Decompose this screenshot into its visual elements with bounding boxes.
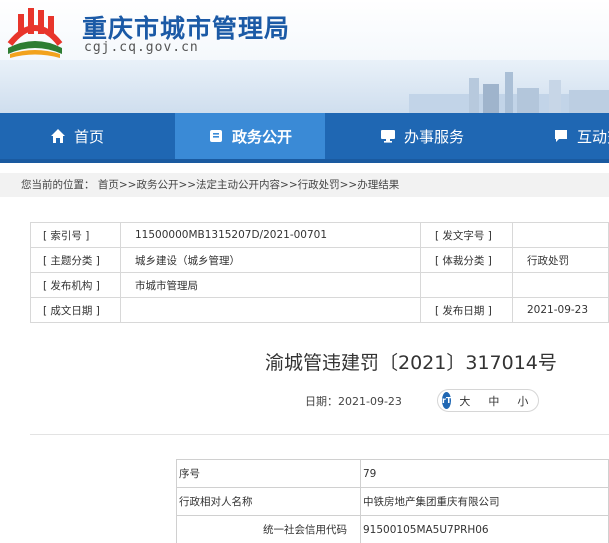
chat-icon — [555, 130, 567, 142]
city-skyline-image — [409, 72, 609, 113]
date-value: 2021-09-23 — [338, 395, 402, 408]
meta-row: [ 索引号 ] 11500000MB1315207D/2021-00701 [ … — [30, 222, 609, 248]
meta-value-doc-number — [512, 222, 609, 248]
meta-value-empty — [512, 272, 609, 298]
meta-label-topic: [ 主题分类 ] — [30, 247, 121, 273]
meta-label-empty — [420, 272, 513, 298]
font-size-switcher: rT 大 中 小 — [437, 389, 539, 412]
row-value-party-name: 中铁房地产集团重庆有限公司 — [360, 487, 609, 516]
breadcrumb-path[interactable]: 首页>>政务公开>>法定主动公开内容>>行政处罚>>办理结果 — [98, 179, 399, 191]
meta-row: [ 主题分类 ] 城乡建设（城乡管理） [ 体裁分类 ] 行政处罚 — [30, 247, 609, 273]
meta-value-publish-date: 2021-09-23 — [512, 297, 609, 323]
site-header: 重庆市城市管理局 cgj.cq.gov.cn — [0, 0, 609, 113]
nav-underline — [0, 159, 609, 163]
document-meta-table: [ 索引号 ] 11500000MB1315207D/2021-00701 [ … — [30, 222, 609, 323]
meta-value-index: 11500000MB1315207D/2021-00701 — [120, 222, 421, 248]
row-value-number: 79 — [360, 459, 609, 488]
meta-value-written-date — [120, 297, 421, 323]
meta-row: [ 成文日期 ] [ 发布日期 ] 2021-09-23 — [30, 297, 609, 323]
nav-government-affairs-label: 政务公开 — [231, 127, 292, 146]
meta-row: [ 发布机构 ] 市城市管理局 — [30, 272, 609, 298]
main-nav: 首页 政务公开 办事服务 互动交 — [0, 113, 609, 159]
meta-label-doc-number: [ 发文字号 ] — [420, 222, 513, 248]
site-url: cgj.cq.gov.cn — [84, 40, 199, 55]
row-value-credit-code: 91500105MA5U7PRH06 — [360, 515, 609, 543]
nav-home[interactable]: 首页 — [50, 113, 104, 159]
meta-value-topic: 城乡建设（城乡管理） — [120, 247, 421, 273]
home-icon — [51, 129, 65, 143]
row-key-party-name: 行政相对人名称 — [176, 487, 361, 516]
breadcrumb: 您当前的位置： 首页>>政务公开>>法定主动公开内容>>行政处罚>>办理结果 — [0, 173, 609, 197]
font-size-large[interactable]: 大 — [459, 393, 470, 409]
date-label: 日期： — [305, 395, 338, 408]
document-icon — [209, 130, 222, 142]
nav-services-label: 办事服务 — [404, 127, 465, 146]
meta-label-index: [ 索引号 ] — [30, 222, 121, 248]
table-row: 序号 79 — [176, 459, 609, 488]
meta-value-publisher: 市城市管理局 — [120, 272, 421, 298]
nav-home-label: 首页 — [74, 127, 105, 146]
meta-label-publisher: [ 发布机构 ] — [30, 272, 121, 298]
row-key-credit-code: 统一社会信用代码 — [176, 515, 361, 543]
nav-interaction-label: 互动交 — [577, 127, 609, 146]
nav-services[interactable]: 办事服务 — [380, 113, 464, 159]
nav-interaction[interactable]: 互动交 — [553, 113, 609, 159]
row-key-number: 序号 — [176, 459, 361, 488]
meta-label-written-date: [ 成文日期 ] — [30, 297, 121, 323]
city-emblem-logo — [7, 8, 63, 58]
document-title: 渝城管违建罚〔2021〕317014号 — [265, 352, 557, 374]
service-icon — [381, 130, 395, 143]
meta-label-genre: [ 体裁分类 ] — [420, 247, 513, 273]
meta-value-genre: 行政处罚 — [512, 247, 609, 273]
divider — [30, 434, 609, 435]
font-size-small[interactable]: 小 — [517, 393, 528, 409]
document-date: 日期：2021-09-23 — [305, 393, 402, 409]
font-size-medium[interactable]: 中 — [488, 393, 499, 409]
meta-label-publish-date: [ 发布日期 ] — [420, 297, 513, 323]
breadcrumb-prefix: 您当前的位置： — [21, 179, 95, 191]
nav-government-affairs[interactable]: 政务公开 — [175, 113, 325, 159]
font-size-icon: rT — [442, 392, 452, 409]
table-row: 行政相对人名称 中铁房地产集团重庆有限公司 — [176, 487, 609, 516]
penalty-content-table: 序号 79 行政相对人名称 中铁房地产集团重庆有限公司 统一社会信用代码 915… — [176, 459, 609, 543]
table-row: 统一社会信用代码 91500105MA5U7PRH06 — [176, 515, 609, 543]
